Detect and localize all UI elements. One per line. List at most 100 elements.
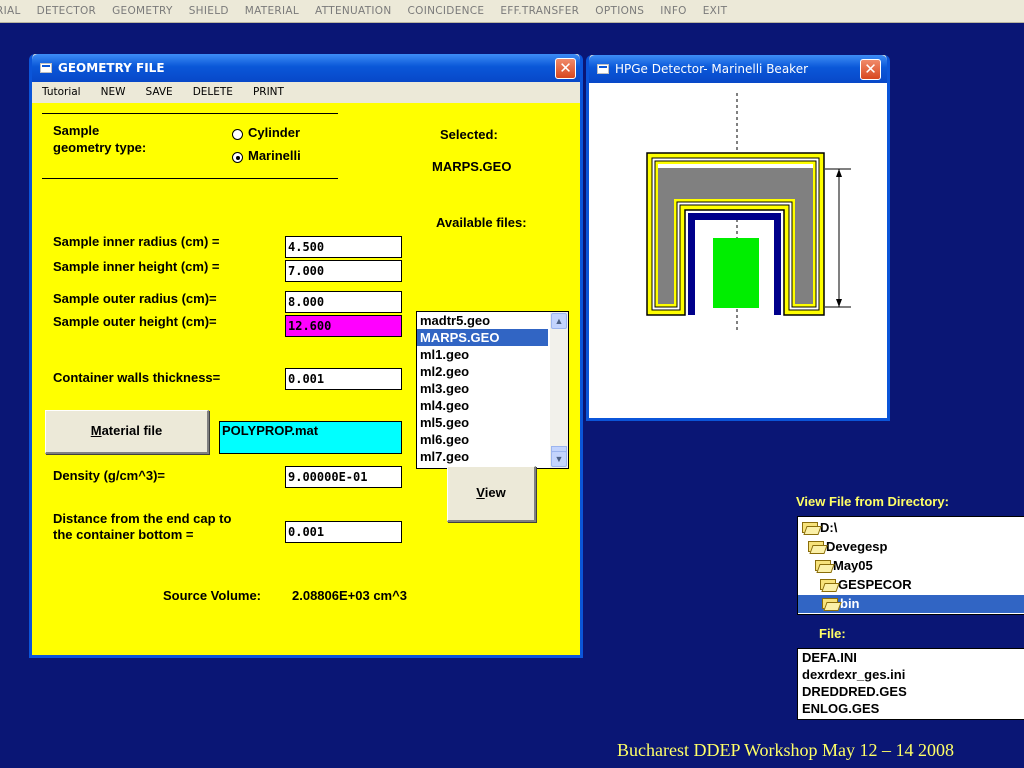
scroll-down-icon[interactable]: ▼ — [551, 451, 567, 467]
directory-item[interactable]: May05 — [815, 557, 873, 575]
list-item-selected[interactable]: MARPS.GEO — [417, 329, 548, 346]
view-directory-label: View File from Directory: — [796, 494, 949, 509]
material-button-label: aterial file — [101, 423, 163, 438]
cylinder-radio-label[interactable]: Cylinder — [248, 125, 300, 140]
close-icon[interactable]: ✕ — [860, 59, 881, 80]
menu-item-material-2[interactable]: MATERIAL — [237, 5, 307, 17]
file-label: File: — [819, 626, 846, 641]
directory-item-selected[interactable]: bin — [798, 595, 1024, 613]
menu-item-attenuation[interactable]: ATTENUATION — [307, 5, 399, 17]
distance-input[interactable]: 0.001 — [285, 521, 402, 543]
geometry-window-titlebar[interactable]: GEOMETRY FILE ✕ — [32, 54, 580, 82]
selected-label: Selected: — [440, 127, 498, 142]
directory-item-label: Devegesp — [826, 539, 888, 554]
divider-bottom — [42, 178, 338, 179]
directory-tree[interactable]: D:\ Devegesp May05 GESPECOR bin — [797, 516, 1024, 615]
detector-crystal — [713, 238, 759, 308]
folder-open-icon — [820, 579, 836, 590]
list-item[interactable]: ml5.geo — [417, 414, 548, 431]
top-menu-bar: RIAL DETECTOR GEOMETRY SHIELD MATERIAL A… — [0, 0, 1024, 23]
window-icon — [40, 63, 52, 73]
marinelli-beaker-diagram — [646, 93, 851, 333]
list-scrollbar[interactable]: ▲ ▼ — [550, 312, 568, 468]
outer-height-input[interactable]: 12.600 — [285, 315, 402, 337]
outer-radius-input[interactable]: 8.000 — [285, 291, 402, 313]
file-item[interactable]: DEFA.INI — [798, 649, 1024, 666]
selected-geometry-value: MARPS.GEO — [432, 159, 512, 174]
menu-item-geometry[interactable]: GEOMETRY — [104, 5, 181, 17]
density-label: Density (g/cm^3)= — [53, 468, 165, 483]
menu-item-exit[interactable]: EXIT — [695, 5, 736, 17]
menu-delete[interactable]: DELETE — [183, 86, 243, 98]
menu-save[interactable]: SAVE — [135, 86, 182, 98]
directory-item-label: GESPECOR — [838, 577, 912, 592]
list-item[interactable]: ml6.geo — [417, 431, 548, 448]
file-list[interactable]: DEFA.INI dexrdexr_ges.ini DREDDRED.GES E… — [797, 648, 1024, 720]
list-item[interactable]: ml2.geo — [417, 363, 548, 380]
material-file-button[interactable]: Material file — [45, 410, 209, 454]
cylinder-radio[interactable] — [232, 129, 243, 140]
list-item[interactable]: madtr5.geo — [417, 312, 548, 329]
menu-new[interactable]: NEW — [91, 86, 136, 98]
directory-item[interactable]: GESPECOR — [820, 576, 912, 594]
file-item[interactable]: DREDDRED.GES — [798, 683, 1024, 700]
hpge-detector-window: HPGe Detector- Marinelli Beaker ✕ — [586, 55, 890, 421]
distance-label-2: the container bottom = — [53, 527, 194, 542]
sample-top-gap — [658, 164, 813, 168]
marinelli-radio[interactable] — [232, 152, 243, 163]
geometry-menu-bar: Tutorial NEW SAVE DELETE PRINT — [32, 82, 580, 102]
view-button-mnemonic: V — [476, 485, 485, 500]
menu-print[interactable]: PRINT — [243, 86, 294, 98]
hpge-window-title: HPGe Detector- Marinelli Beaker — [615, 62, 809, 76]
wall-thickness-input[interactable]: 0.001 — [285, 368, 402, 390]
directory-item-label: D:\ — [820, 520, 838, 535]
file-item[interactable]: ENLOG.GES — [798, 700, 1024, 717]
geometry-type-label-1: Sample — [53, 123, 100, 138]
menu-item-material[interactable]: RIAL — [0, 5, 29, 17]
material-button-mnemonic: M — [90, 423, 102, 438]
menu-item-coincidence[interactable]: COINCIDENCE — [400, 5, 493, 17]
menu-item-detector[interactable]: DETECTOR — [29, 5, 104, 17]
list-item[interactable]: ml4.geo — [417, 397, 548, 414]
material-file-field[interactable]: POLYPROP.mat — [219, 421, 402, 454]
list-item[interactable]: ml1.geo — [417, 346, 548, 363]
distance-label-1: Distance from the end cap to — [53, 511, 232, 526]
folder-open-icon — [822, 598, 838, 609]
detector-drawing-canvas — [589, 83, 887, 418]
geometry-type-label-2: geometry type: — [53, 140, 147, 155]
directory-item[interactable]: Devegesp — [808, 538, 887, 556]
footer-caption: Bucharest DDEP Workshop May 12 – 14 2008 — [617, 740, 955, 760]
window-title: GEOMETRY FILE — [58, 61, 165, 75]
menu-item-shield[interactable]: SHIELD — [181, 5, 237, 17]
folder-open-icon — [808, 541, 824, 552]
view-button[interactable]: View — [447, 466, 536, 522]
geometry-panel: Sample geometry type: Cylinder Marinelli… — [32, 103, 580, 655]
source-volume-label: Source Volume: — [163, 588, 262, 603]
menu-item-options[interactable]: OPTIONS — [587, 5, 652, 17]
density-input[interactable]: 9.00000E-01 — [285, 466, 402, 488]
directory-item-label: May05 — [833, 558, 873, 573]
marinelli-radio-label[interactable]: Marinelli — [248, 148, 301, 163]
menu-tutorial[interactable]: Tutorial — [32, 86, 91, 98]
menu-item-eff-transfer[interactable]: EFF.TRANSFER — [492, 5, 587, 17]
hpge-window-titlebar[interactable]: HPGe Detector- Marinelli Beaker ✕ — [589, 55, 887, 83]
list-item[interactable]: ml7.geo — [417, 448, 548, 465]
close-icon[interactable]: ✕ — [555, 58, 576, 79]
folder-open-icon — [802, 522, 818, 533]
inner-radius-label: Sample inner radius (cm) = — [53, 234, 220, 249]
inner-height-input[interactable]: 7.000 — [285, 260, 402, 282]
inner-radius-input[interactable]: 4.500 — [285, 236, 402, 258]
directory-item-label: bin — [840, 596, 860, 611]
window-icon — [597, 64, 609, 74]
outer-radius-label: Sample outer radius (cm)= — [53, 291, 217, 306]
directory-item[interactable]: D:\ — [802, 519, 837, 537]
scroll-up-icon[interactable]: ▲ — [551, 313, 567, 329]
file-item[interactable]: dexrdexr_ges.ini — [798, 666, 1024, 683]
menu-item-info[interactable]: INFO — [652, 5, 694, 17]
available-files-list[interactable]: madtr5.geo MARPS.GEO ml1.geo ml2.geo ml3… — [416, 311, 569, 469]
outer-height-label: Sample outer height (cm)= — [53, 314, 217, 329]
view-button-label: iew — [484, 485, 506, 500]
divider-top — [42, 113, 338, 114]
list-item[interactable]: ml3.geo — [417, 380, 548, 397]
inner-height-label: Sample inner height (cm) = — [53, 259, 220, 274]
